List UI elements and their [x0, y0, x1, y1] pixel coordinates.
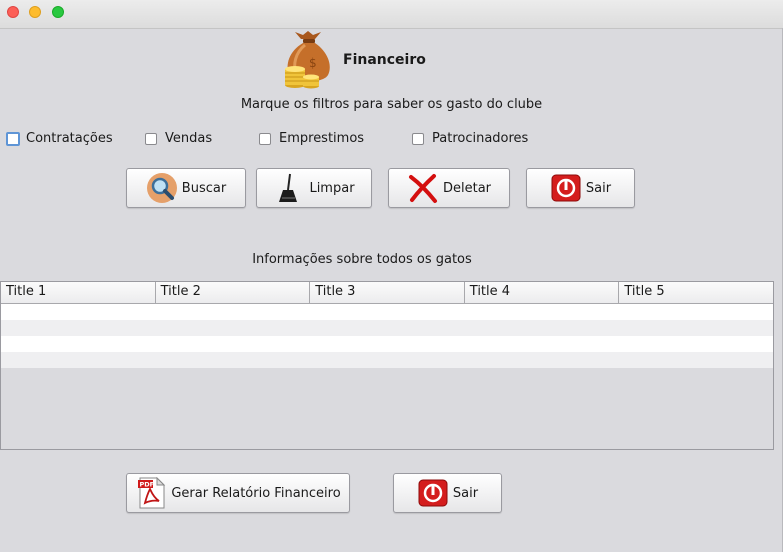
- checkbox-patrocinadores[interactable]: Patrocinadores: [412, 131, 528, 146]
- svg-text:PDF: PDF: [140, 481, 155, 489]
- exit-button[interactable]: Sair: [526, 168, 635, 208]
- delete-button[interactable]: Deletar: [388, 168, 510, 208]
- column-header[interactable]: Title 4: [465, 282, 620, 303]
- footer-exit-button[interactable]: Sair: [393, 473, 502, 513]
- table-row[interactable]: [1, 304, 773, 320]
- column-header[interactable]: Title 1: [1, 282, 156, 303]
- page-title: Financeiro: [343, 52, 426, 68]
- checkbox-label: Emprestimos: [279, 131, 365, 146]
- column-header[interactable]: Title 5: [619, 282, 773, 303]
- exit-button-label: Sair: [585, 180, 612, 196]
- title-bar: [0, 0, 783, 29]
- checkbox-label: Vendas: [165, 131, 213, 146]
- generate-report-button-label: Gerar Relatório Financeiro: [171, 485, 341, 501]
- table-header: Title 1 Title 2 Title 3 Title 4 Title 5: [1, 282, 773, 304]
- checkbox-vendas[interactable]: Vendas: [145, 131, 212, 146]
- table-row[interactable]: [1, 320, 773, 336]
- money-bag-icon: $: [281, 29, 335, 89]
- broom-icon: [273, 172, 305, 204]
- column-header[interactable]: Title 3: [310, 282, 465, 303]
- search-button-label: Buscar: [181, 180, 227, 196]
- checkbox-label: Contratações: [26, 131, 113, 146]
- checkbox-label: Patrocinadores: [432, 131, 529, 146]
- power-icon: [550, 172, 582, 204]
- delete-button-label: Deletar: [442, 180, 492, 196]
- red-x-icon: [407, 172, 439, 204]
- generate-report-button[interactable]: PDF Gerar Relatório Financeiro: [126, 473, 350, 513]
- expenses-table[interactable]: Title 1 Title 2 Title 3 Title 4 Title 5: [0, 281, 774, 450]
- checkbox-box[interactable]: [6, 131, 20, 146]
- close-window-button[interactable]: [7, 6, 19, 18]
- minimize-window-button[interactable]: [29, 6, 41, 18]
- clear-button-label: Limpar: [309, 180, 355, 196]
- checkbox-box[interactable]: [145, 132, 157, 145]
- checkbox-contratacoes[interactable]: Contratações: [6, 131, 113, 146]
- clear-button[interactable]: Limpar: [256, 168, 372, 208]
- maximize-window-button[interactable]: [52, 6, 64, 18]
- footer-exit-button-label: Sair: [452, 485, 479, 501]
- magnifier-icon: [146, 172, 178, 204]
- search-button[interactable]: Buscar: [126, 168, 246, 208]
- svg-text:$: $: [309, 56, 317, 70]
- checkbox-box[interactable]: [412, 132, 424, 145]
- checkbox-emprestimos[interactable]: Emprestimos: [259, 131, 364, 146]
- power-icon: [417, 477, 449, 509]
- checkbox-box[interactable]: [259, 132, 271, 145]
- column-header[interactable]: Title 2: [156, 282, 311, 303]
- pdf-icon: PDF: [135, 477, 167, 509]
- filters-instruction: Marque os filtros para saber os gasto do…: [240, 97, 543, 112]
- table-title: Informações sobre todos os gatos: [252, 252, 472, 267]
- table-row[interactable]: [1, 336, 773, 352]
- table-row[interactable]: [1, 352, 773, 368]
